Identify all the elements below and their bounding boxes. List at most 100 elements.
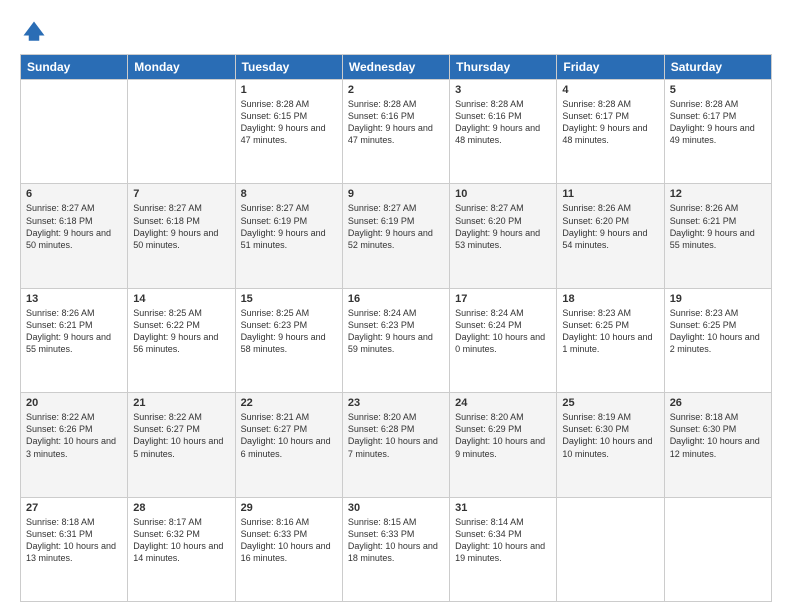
day-number: 7 (133, 188, 229, 200)
logo-icon (20, 18, 48, 46)
day-number: 14 (133, 293, 229, 305)
day-number: 25 (562, 397, 658, 409)
day-number: 21 (133, 397, 229, 409)
day-info: Sunrise: 8:14 AM Sunset: 6:34 PM Dayligh… (455, 516, 551, 565)
day-info: Sunrise: 8:24 AM Sunset: 6:23 PM Dayligh… (348, 307, 444, 356)
calendar-week-1: 1 Sunrise: 8:28 AM Sunset: 6:15 PM Daylig… (21, 80, 772, 184)
day-number: 6 (26, 188, 122, 200)
page: SundayMondayTuesdayWednesdayThursdayFrid… (0, 0, 792, 612)
weekday-header-wednesday: Wednesday (342, 55, 449, 80)
weekday-header-saturday: Saturday (664, 55, 771, 80)
day-number: 30 (348, 502, 444, 514)
calendar-cell: 13Sunrise: 8:26 AM Sunset: 6:21 PM Dayli… (21, 288, 128, 392)
day-info: Sunrise: 8:17 AM Sunset: 6:32 PM Dayligh… (133, 516, 229, 565)
day-number: 29 (241, 502, 337, 514)
day-info: Sunrise: 8:20 AM Sunset: 6:28 PM Dayligh… (348, 411, 444, 460)
day-info: Sunrise: 8:28 AM Sunset: 6:16 PM Dayligh… (455, 98, 551, 147)
day-number: 10 (455, 188, 551, 200)
day-info: Sunrise: 8:27 AM Sunset: 6:19 PM Dayligh… (348, 202, 444, 251)
day-number: 20 (26, 397, 122, 409)
day-number: 13 (26, 293, 122, 305)
day-number: 31 (455, 502, 551, 514)
weekday-header-thursday: Thursday (450, 55, 557, 80)
day-info: Sunrise: 8:28 AM Sunset: 6:16 PM Dayligh… (348, 98, 444, 147)
logo (20, 18, 52, 46)
day-info: Sunrise: 8:18 AM Sunset: 6:30 PM Dayligh… (670, 411, 766, 460)
calendar-week-2: 6 Sunrise: 8:27 AM Sunset: 6:18 PM Daylig… (21, 184, 772, 288)
day-number: 12 (670, 188, 766, 200)
day-info: Sunrise: 8:28 AM Sunset: 6:17 PM Dayligh… (670, 98, 766, 147)
day-info: Sunrise: 8:21 AM Sunset: 6:27 PM Dayligh… (241, 411, 337, 460)
calendar-cell (128, 80, 235, 184)
day-info: Sunrise: 8:25 AM Sunset: 6:22 PM Dayligh… (133, 307, 229, 356)
calendar-cell: 15 Sunrise: 8:25 AM Sunset: 6:23 PM Dayli… (235, 288, 342, 392)
day-number: 24 (455, 397, 551, 409)
day-number: 28 (133, 502, 229, 514)
calendar-cell: 1 Sunrise: 8:28 AM Sunset: 6:15 PM Daylig… (235, 80, 342, 184)
calendar-week-4: 20 Sunrise: 8:22 AM Sunset: 6:26 PM Dayli… (21, 393, 772, 497)
calendar-cell: 26Sunrise: 8:18 AM Sunset: 6:30 PM Dayli… (664, 393, 771, 497)
day-info: Sunrise: 8:19 AM Sunset: 6:30 PM Dayligh… (562, 411, 658, 460)
day-number: 5 (670, 84, 766, 96)
calendar-cell: 24 Sunrise: 8:20 AM Sunset: 6:29 PM Dayli… (450, 393, 557, 497)
day-number: 2 (348, 84, 444, 96)
weekday-header-friday: Friday (557, 55, 664, 80)
day-info: Sunrise: 8:27 AM Sunset: 6:18 PM Dayligh… (133, 202, 229, 251)
day-info: Sunrise: 8:23 AM Sunset: 6:25 PM Dayligh… (562, 307, 658, 356)
day-info: Sunrise: 8:22 AM Sunset: 6:26 PM Dayligh… (26, 411, 122, 460)
calendar-cell (557, 497, 664, 601)
day-number: 1 (241, 84, 337, 96)
calendar-cell: 20 Sunrise: 8:22 AM Sunset: 6:26 PM Dayli… (21, 393, 128, 497)
calendar-cell: 27 Sunrise: 8:18 AM Sunset: 6:31 PM Dayli… (21, 497, 128, 601)
calendar-cell: 25 Sunrise: 8:19 AM Sunset: 6:30 PM Dayli… (557, 393, 664, 497)
weekday-header-sunday: Sunday (21, 55, 128, 80)
calendar-cell: 6Sunrise: 8:27 AM Sunset: 6:18 PM Daylig… (21, 184, 128, 288)
day-number: 18 (562, 293, 658, 305)
day-number: 9 (348, 188, 444, 200)
calendar-cell (664, 497, 771, 601)
calendar-cell: 8 Sunrise: 8:27 AM Sunset: 6:19 PM Daylig… (235, 184, 342, 288)
calendar-cell: 30 Sunrise: 8:15 AM Sunset: 6:33 PM Dayli… (342, 497, 449, 601)
day-info: Sunrise: 8:26 AM Sunset: 6:20 PM Dayligh… (562, 202, 658, 251)
day-info: Sunrise: 8:23 AM Sunset: 6:25 PM Dayligh… (670, 307, 766, 356)
calendar-table: SundayMondayTuesdayWednesdayThursdayFrid… (20, 54, 772, 602)
day-info: Sunrise: 8:26 AM Sunset: 6:21 PM Dayligh… (670, 202, 766, 251)
day-number: 3 (455, 84, 551, 96)
calendar-cell: 28 Sunrise: 8:17 AM Sunset: 6:32 PM Dayli… (128, 497, 235, 601)
calendar-cell: 2 Sunrise: 8:28 AM Sunset: 6:16 PM Daylig… (342, 80, 449, 184)
calendar-cell: 12 Sunrise: 8:26 AM Sunset: 6:21 PM Dayli… (664, 184, 771, 288)
calendar-cell: 29 Sunrise: 8:16 AM Sunset: 6:33 PM Dayli… (235, 497, 342, 601)
calendar-week-3: 13Sunrise: 8:26 AM Sunset: 6:21 PM Dayli… (21, 288, 772, 392)
day-info: Sunrise: 8:22 AM Sunset: 6:27 PM Dayligh… (133, 411, 229, 460)
day-number: 23 (348, 397, 444, 409)
day-info: Sunrise: 8:28 AM Sunset: 6:15 PM Dayligh… (241, 98, 337, 147)
day-info: Sunrise: 8:18 AM Sunset: 6:31 PM Dayligh… (26, 516, 122, 565)
calendar-cell: 23 Sunrise: 8:20 AM Sunset: 6:28 PM Dayli… (342, 393, 449, 497)
header (20, 18, 772, 46)
calendar-cell: 21 Sunrise: 8:22 AM Sunset: 6:27 PM Dayli… (128, 393, 235, 497)
calendar-cell: 19Sunrise: 8:23 AM Sunset: 6:25 PM Dayli… (664, 288, 771, 392)
calendar-cell: 5 Sunrise: 8:28 AM Sunset: 6:17 PM Daylig… (664, 80, 771, 184)
day-info: Sunrise: 8:20 AM Sunset: 6:29 PM Dayligh… (455, 411, 551, 460)
day-info: Sunrise: 8:15 AM Sunset: 6:33 PM Dayligh… (348, 516, 444, 565)
calendar-cell: 9 Sunrise: 8:27 AM Sunset: 6:19 PM Daylig… (342, 184, 449, 288)
calendar-cell: 7 Sunrise: 8:27 AM Sunset: 6:18 PM Daylig… (128, 184, 235, 288)
calendar-header-row: SundayMondayTuesdayWednesdayThursdayFrid… (21, 55, 772, 80)
day-number: 15 (241, 293, 337, 305)
day-info: Sunrise: 8:27 AM Sunset: 6:19 PM Dayligh… (241, 202, 337, 251)
day-number: 4 (562, 84, 658, 96)
calendar-cell: 22 Sunrise: 8:21 AM Sunset: 6:27 PM Dayli… (235, 393, 342, 497)
day-number: 17 (455, 293, 551, 305)
calendar-cell: 16 Sunrise: 8:24 AM Sunset: 6:23 PM Dayli… (342, 288, 449, 392)
day-info: Sunrise: 8:16 AM Sunset: 6:33 PM Dayligh… (241, 516, 337, 565)
day-number: 22 (241, 397, 337, 409)
day-number: 27 (26, 502, 122, 514)
weekday-header-tuesday: Tuesday (235, 55, 342, 80)
calendar-cell: 14 Sunrise: 8:25 AM Sunset: 6:22 PM Dayli… (128, 288, 235, 392)
day-info: Sunrise: 8:25 AM Sunset: 6:23 PM Dayligh… (241, 307, 337, 356)
calendar-cell: 3 Sunrise: 8:28 AM Sunset: 6:16 PM Daylig… (450, 80, 557, 184)
weekday-header-monday: Monday (128, 55, 235, 80)
day-info: Sunrise: 8:27 AM Sunset: 6:20 PM Dayligh… (455, 202, 551, 251)
day-number: 8 (241, 188, 337, 200)
day-number: 16 (348, 293, 444, 305)
